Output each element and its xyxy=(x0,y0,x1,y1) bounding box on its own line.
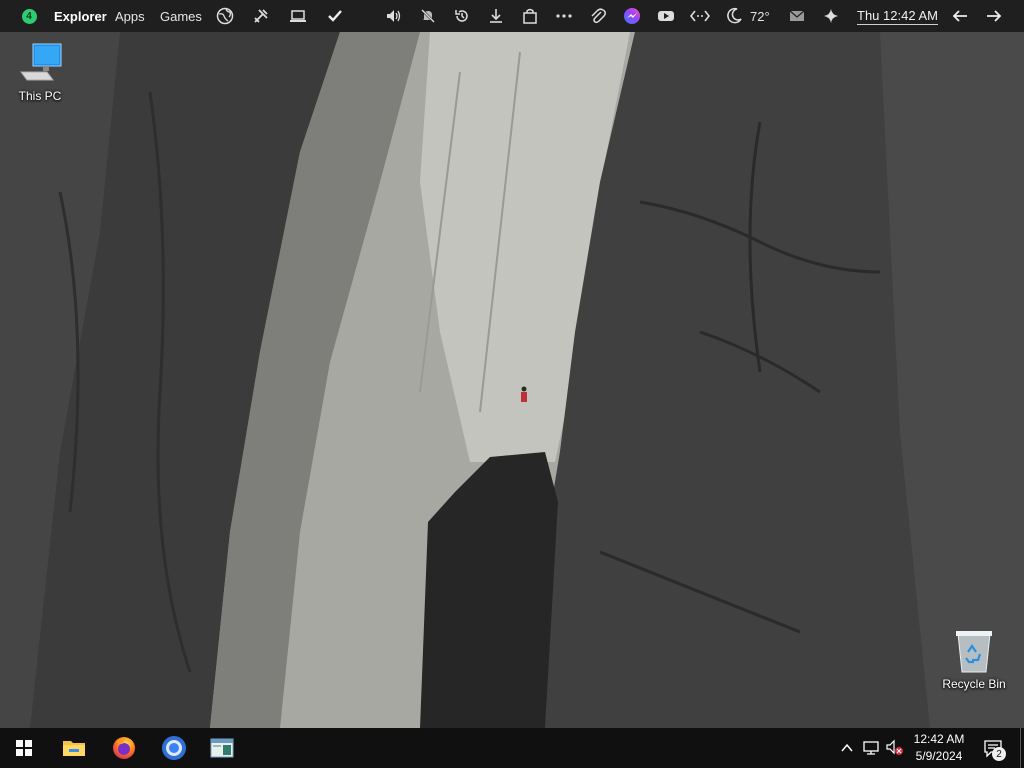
show-desktop-divider xyxy=(1019,728,1021,768)
globe-icon[interactable] xyxy=(216,7,234,25)
bag-icon[interactable] xyxy=(521,7,539,25)
tray-time: 12:42 AM xyxy=(913,732,965,746)
history-icon[interactable] xyxy=(453,7,471,25)
taskbar-file-explorer[interactable] xyxy=(50,728,98,768)
paperclip-icon[interactable] xyxy=(589,7,607,25)
mute-bell-icon[interactable] xyxy=(419,7,437,25)
workspace-badge[interactable]: 4 xyxy=(20,0,38,32)
firefox-icon xyxy=(113,737,135,759)
recycle-bin-icon xyxy=(956,631,992,673)
sparkle-icon[interactable] xyxy=(822,7,840,25)
cliff-wallpaper-image xyxy=(0,32,1024,728)
this-pc-label: This PC xyxy=(18,89,62,103)
menu-games[interactable]: Games xyxy=(160,0,202,32)
volume-icon[interactable] xyxy=(385,7,403,25)
checkmark-icon[interactable] xyxy=(326,7,344,25)
mail-icon[interactable] xyxy=(788,7,806,25)
more-icon[interactable] xyxy=(555,7,573,25)
top-menu-bar: 4 Explorer Apps Games 72° Thu 12:42 AM xyxy=(0,0,1024,32)
windows-start-icon xyxy=(16,740,32,756)
forward-arrow-icon[interactable] xyxy=(985,7,1003,25)
show-desktop-button[interactable] xyxy=(1016,728,1024,768)
show-hidden-icons-button[interactable] xyxy=(838,728,856,768)
network-button[interactable] xyxy=(860,728,882,768)
weather-temp-label: 72° xyxy=(750,8,770,24)
menu-explorer[interactable]: Explorer xyxy=(54,0,107,32)
desktop-icon-this-pc[interactable]: This PC xyxy=(4,42,76,103)
tray-date: 5/9/2024 xyxy=(915,749,963,763)
code-icon[interactable] xyxy=(689,7,711,25)
download-icon[interactable] xyxy=(487,7,505,25)
weather-temp[interactable]: 72° xyxy=(750,0,770,32)
desktop-icon-recycle-bin[interactable]: Recycle Bin xyxy=(938,628,1010,691)
chrome-icon xyxy=(162,736,186,760)
tray-clock[interactable]: 12:42 AM 5/9/2024 xyxy=(908,728,970,768)
notification-count-badge: 2 xyxy=(992,747,1006,761)
menu-games-label: Games xyxy=(160,8,202,24)
messenger-icon[interactable] xyxy=(623,7,641,25)
speaker-muted-icon xyxy=(886,739,903,755)
menu-apps[interactable]: Apps xyxy=(115,0,145,32)
menu-apps-label: Apps xyxy=(115,8,145,24)
taskbar-chrome[interactable] xyxy=(150,728,198,768)
recycle-bin-label: Recycle Bin xyxy=(942,677,1006,691)
taskbar-firefox[interactable] xyxy=(100,728,148,768)
chevron-up-icon xyxy=(841,743,853,752)
desktop-wallpaper[interactable]: This PC Recycle Bin xyxy=(0,32,1024,728)
menubar-clock-label: Thu 12:42 AM xyxy=(857,7,938,25)
taskbar-app-window[interactable] xyxy=(198,728,246,768)
menubar-clock[interactable]: Thu 12:42 AM xyxy=(857,0,938,32)
start-button[interactable] xyxy=(0,728,48,768)
taskbar: 12:42 AM 5/9/2024 2 xyxy=(0,728,1024,768)
laptop-icon[interactable] xyxy=(289,7,307,25)
network-icon xyxy=(863,741,879,755)
menu-explorer-label: Explorer xyxy=(54,8,107,24)
action-center-button[interactable]: 2 xyxy=(978,728,1008,768)
workspace-count: 4 xyxy=(21,8,37,24)
moon-icon[interactable] xyxy=(725,7,743,25)
tools-icon[interactable] xyxy=(252,7,270,25)
computer-icon xyxy=(20,43,62,81)
back-arrow-icon[interactable] xyxy=(951,7,969,25)
youtube-icon[interactable] xyxy=(657,7,675,25)
app-window-icon xyxy=(210,738,234,758)
file-explorer-icon xyxy=(63,741,85,756)
volume-tray-button[interactable] xyxy=(884,728,906,768)
